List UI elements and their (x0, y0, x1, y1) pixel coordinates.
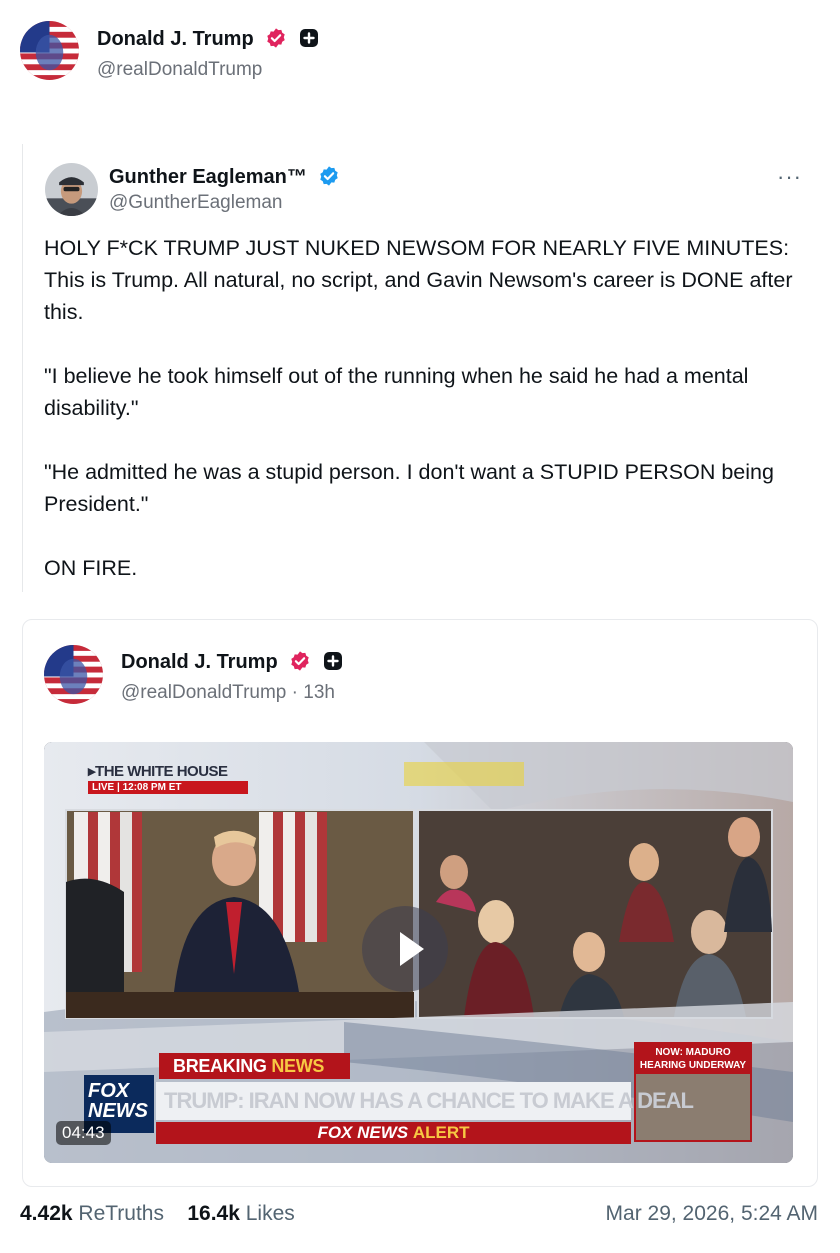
play-icon[interactable] (362, 906, 448, 992)
author-name-row: Donald J. Trump (97, 27, 319, 51)
likes-stat[interactable]: 16.4k Likes (187, 1202, 294, 1225)
likes-count: 16.4k (187, 1202, 240, 1225)
retruths-label: ReTruths (78, 1202, 164, 1225)
breaking-news-banner: BREAKING NEWS (159, 1053, 350, 1079)
tweet-paragraph: HOLY F*CK TRUMP JUST NUKED NEWSOM FOR NE… (44, 236, 799, 324)
card-name-row: Donald J. Trump (121, 650, 343, 674)
author-name[interactable]: Donald J. Trump (97, 28, 254, 50)
quoted-name-row: Gunther Eagleman™ (109, 165, 340, 189)
live-bar: LIVE | 12:08 PM ET (88, 781, 248, 794)
alert-label: FOX NEWS (317, 1123, 413, 1142)
retruths-count: 4.42k (20, 1202, 73, 1225)
card-avatar[interactable] (44, 645, 103, 704)
tweet-paragraph: ON FIRE. (44, 556, 138, 580)
quote-rule (22, 144, 23, 592)
post-timestamp[interactable]: Mar 29, 2026, 5:24 AM (606, 1202, 818, 1226)
quoted-handle[interactable]: @GuntherEagleman (109, 192, 283, 214)
engagement-stats: 4.42k ReTruths 16.4k Likes (20, 1202, 295, 1226)
verified-badge-icon (267, 28, 285, 48)
verified-badge-icon (320, 166, 339, 186)
video-duration: 04:43 (56, 1121, 111, 1145)
tweet-paragraph: "I believe he took himself out of the ru… (44, 364, 755, 420)
flag-portrait-icon (20, 21, 79, 80)
retruths-stat[interactable]: 4.42k ReTruths (20, 1202, 164, 1225)
quoted-avatar[interactable] (45, 163, 98, 216)
breaking-accent: NEWS (271, 1056, 325, 1076)
more-options-icon[interactable]: ··· (777, 164, 802, 190)
person-portrait-icon (45, 163, 98, 216)
verified-badge-icon (291, 651, 309, 671)
author-handle[interactable]: @realDonaldTrump (97, 59, 262, 81)
likes-label: Likes (245, 1202, 295, 1225)
fox-alert-bar: FOX NEWS ALERT (156, 1122, 631, 1144)
card-handle-time[interactable]: @realDonaldTrump · 13h (121, 682, 335, 704)
tweet-paragraph: "He admitted he was a stupid person. I d… (44, 460, 780, 516)
news-headline: TRUMP: IRAN NOW HAS A CHANCE TO MAKE A D… (156, 1082, 694, 1120)
side-inset-title: NOW: MADURO HEARING UNDERWAY (636, 1044, 750, 1074)
source-label: ▸THE WHITE HOUSE (88, 763, 228, 780)
plus-badge-icon (299, 29, 318, 47)
breaking-label: BREAKING (173, 1056, 272, 1076)
author-avatar[interactable] (20, 21, 79, 80)
flag-portrait-icon (44, 645, 103, 704)
quoted-name[interactable]: Gunther Eagleman™ (109, 166, 307, 188)
video-player[interactable]: ▸THE WHITE HOUSE LIVE | 12:08 PM ET NOW:… (44, 742, 793, 1163)
alert-accent: ALERT (412, 1123, 470, 1142)
quoted-tweet-body: HOLY F*CK TRUMP JUST NUKED NEWSOM FOR NE… (44, 232, 814, 584)
plus-badge-icon (323, 652, 342, 670)
card-author-name[interactable]: Donald J. Trump (121, 651, 278, 673)
